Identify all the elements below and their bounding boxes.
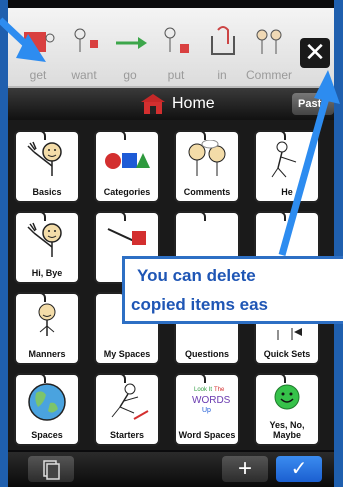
folder-tab — [96, 132, 126, 140]
add-button[interactable]: + — [222, 456, 268, 482]
close-icon: ✕ — [304, 37, 326, 67]
waving-person-icon — [27, 141, 62, 176]
strip-item-get[interactable]: get — [16, 18, 60, 84]
folder-spaces[interactable]: Spaces — [14, 373, 80, 446]
close-button[interactable]: ✕ — [300, 38, 330, 68]
folder-help[interactable]: He — [254, 130, 320, 203]
folder-label: Word Spaces — [178, 430, 236, 440]
copy-icon — [43, 460, 60, 480]
home-icon — [141, 94, 165, 114]
folder-tab — [176, 375, 206, 383]
checkmark-icon: ✓ — [290, 458, 308, 480]
folder-label: Manners — [28, 349, 66, 359]
svg-text:Look It: Look It — [194, 387, 212, 393]
bottom-toolbar: + ✓ — [8, 452, 334, 487]
folder-tab — [16, 132, 46, 140]
folder-label: Spaces — [31, 430, 63, 440]
folder-basics[interactable]: Basics — [14, 130, 80, 203]
folder-label: Categories — [103, 187, 151, 197]
strip-item-go[interactable]: go — [108, 18, 152, 84]
strip-item-put[interactable]: put — [154, 18, 198, 84]
folder-tab — [16, 213, 46, 221]
words-icon: Look It The WORDS Up — [192, 387, 230, 414]
svg-text:Up: Up — [202, 407, 211, 414]
folder-label: Questions — [184, 349, 229, 359]
sentence-strip[interactable]: get want go put in Commer ✕ — [8, 8, 334, 88]
copy-button[interactable] — [28, 456, 74, 482]
want-icon — [74, 28, 98, 52]
folder-tab — [256, 213, 286, 221]
strip-item-in[interactable]: in — [200, 18, 244, 84]
folder-label: Starters — [109, 430, 145, 440]
folder-tab — [176, 213, 206, 221]
folder-label: Basics — [32, 187, 62, 197]
folder-label: My Spaces — [103, 349, 151, 359]
globe-icon — [28, 383, 66, 421]
get-icon — [24, 32, 55, 52]
folder-comments[interactable]: Comments — [174, 130, 240, 203]
strip-item-label: get — [29, 68, 47, 82]
folder-label: Hi, Bye — [31, 268, 63, 278]
smiley-icon — [274, 384, 300, 410]
strip-item-label: want — [71, 68, 97, 82]
shapes-icon — [105, 153, 150, 169]
folder-tab — [256, 375, 286, 383]
strip-item-label: Commer — [246, 68, 293, 82]
in-icon — [211, 26, 235, 55]
folder-word-spaces[interactable]: Look It The WORDS Up Word Spaces — [174, 373, 240, 446]
folder-manners[interactable]: Manners — [14, 292, 80, 365]
folder-label: Quick Sets — [263, 349, 311, 359]
talking-people-icon — [188, 140, 226, 176]
folder-categories[interactable]: Categories — [94, 130, 160, 203]
folder-tab — [176, 132, 206, 140]
strip-item-label: go — [123, 68, 137, 82]
folder-label: Yes, No, Maybe — [269, 420, 305, 440]
folder-tab — [16, 294, 46, 302]
folder-tab — [256, 132, 286, 140]
done-button[interactable]: ✓ — [276, 456, 322, 482]
title-bar: Home Past — [8, 88, 334, 120]
strip-item-want[interactable]: want — [62, 18, 106, 84]
comments-icon — [256, 29, 282, 54]
callout-line-1: You can delete — [137, 266, 256, 285]
arrow-right-icon — [116, 37, 147, 49]
waving-hello-icon — [27, 222, 62, 257]
folder-label: He — [281, 187, 293, 197]
plus-icon: + — [237, 455, 252, 482]
paste-button[interactable]: Past — [292, 93, 334, 115]
put-icon — [164, 27, 189, 53]
folder-yes-no-maybe[interactable]: Yes, No, Maybe — [254, 373, 320, 446]
tutorial-callout: You can delete copied items eas — [122, 256, 343, 324]
action-icon — [107, 228, 146, 245]
starting-line-icon — [111, 383, 149, 420]
strip-item-comments[interactable]: Commer — [246, 18, 293, 84]
strip-item-label: put — [167, 68, 185, 82]
svg-text:The: The — [214, 387, 225, 393]
folder-tab — [96, 375, 126, 383]
folder-tab — [96, 213, 126, 221]
strip-item-label: in — [217, 68, 227, 82]
folder-starters[interactable]: Starters — [94, 373, 160, 446]
polite-person-icon — [38, 303, 56, 336]
callout-line-2: copied items eas — [131, 295, 269, 314]
folder-hi-bye[interactable]: Hi, Bye — [14, 211, 80, 284]
folder-label: Comments — [183, 187, 231, 197]
paste-button-label: Past — [298, 98, 322, 110]
page-title: Home — [172, 95, 215, 112]
helping-people-icon — [271, 141, 297, 178]
folder-tab — [16, 375, 46, 383]
svg-text:WORDS: WORDS — [192, 395, 230, 406]
